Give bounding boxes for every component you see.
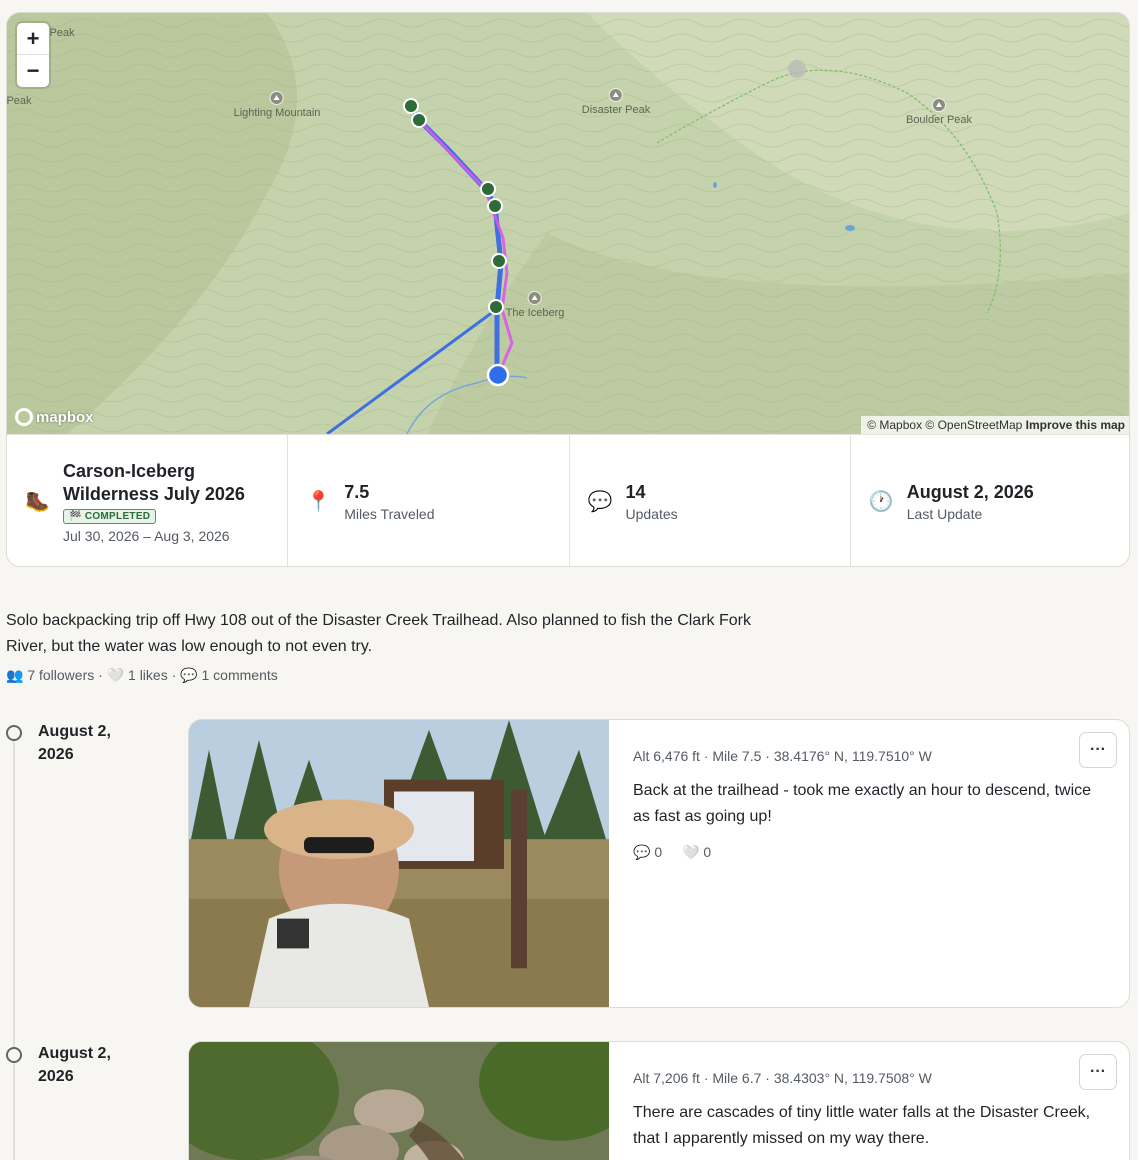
more-options-button[interactable]: ··· (1079, 1054, 1117, 1090)
map-attribution: © Mapbox © OpenStreetMap Improve this ma… (861, 416, 1129, 434)
likes-count[interactable]: 🤍 1 likes (107, 667, 168, 683)
timeline-line (13, 740, 15, 1160)
mapbox-logo[interactable]: mapbox (15, 408, 94, 426)
more-options-button[interactable]: ··· (1079, 732, 1117, 768)
comment-button[interactable]: 💬 0 (633, 844, 662, 861)
peak-icon (270, 91, 284, 105)
updates-label: Updates (625, 505, 678, 522)
post-location: Alt 7,206 ft · Mile 6.7 · 38.4303° N, 11… (633, 1070, 932, 1086)
post-body: Alt 6,476 ft · Mile 7.5 · 38.4176° N, 11… (633, 720, 1129, 861)
trip-stats: 🥾 Carson-Iceberg Wilderness July 2026 🏁 … (7, 434, 1129, 566)
peak-top-partial: Peak (49, 27, 75, 39)
timeline-marker (6, 725, 22, 741)
clock-icon: 🕐 (868, 491, 894, 513)
trip-card: + − Peak Lighting Mountain Disaster Peak… (6, 12, 1130, 567)
last-update-label: Last Update (906, 505, 983, 522)
trip-title: Carson-Iceberg Wilderness July 2026 (63, 460, 245, 504)
post-text: Back at the trailhead - took me exactly … (633, 782, 1092, 825)
post-location: Alt 6,476 ft · Mile 7.5 · 38.4176° N, 11… (633, 748, 932, 764)
meta-separator: · (171, 667, 177, 683)
trip-dates: Jul 30, 2026 – Aug 3, 2026 (63, 527, 230, 544)
speech-bubble-icon: 💬 (587, 491, 613, 513)
timeline-marker (6, 1047, 22, 1063)
post-reactions: 💬 0 🤍 0 (633, 844, 1129, 861)
miles-value: 7.5 (344, 481, 370, 502)
trail-map[interactable]: + − Peak Lighting Mountain Disaster Peak… (7, 13, 1129, 434)
post-photo[interactable] (189, 720, 609, 1007)
stat-updates: 💬 14 Updates (570, 435, 851, 566)
update-post: Alt 6,476 ft · Mile 7.5 · 38.4176° N, 11… (188, 719, 1130, 1008)
miles-label: Miles Traveled (344, 505, 435, 522)
stat-miles: 📍 7.5 Miles Traveled (288, 435, 570, 566)
peak-icon (931, 98, 946, 112)
peak-label-partial: Peak (7, 95, 32, 107)
trip-meta: 👥 7 followers · 🤍 1 likes · 💬 1 comments (6, 667, 278, 684)
trip-summary: 🥾 Carson-Iceberg Wilderness July 2026 🏁 … (7, 435, 289, 566)
post-text: There are cascades of tiny little water … (633, 1104, 1091, 1147)
comments-count[interactable]: 💬 1 comments (180, 667, 278, 683)
zoom-in-button[interactable]: + (17, 23, 49, 55)
last-update-value: August 2, 2026 (906, 481, 1034, 502)
peak-icon (608, 88, 623, 102)
zoom-out-button[interactable]: − (17, 55, 49, 87)
post-date: August 2, 2026 (38, 1045, 111, 1085)
post-body: Alt 7,206 ft · Mile 6.7 · 38.4303° N, 11… (633, 1042, 1129, 1152)
peak-lighting-mountain: Lighting Mountain (234, 91, 320, 119)
followers-count[interactable]: 👥 7 followers (6, 667, 94, 683)
peak-iceberg: The Iceberg (506, 291, 564, 319)
status-badge: 🏁 COMPLETED (63, 508, 157, 524)
attribution-text[interactable]: © Mapbox © OpenStreetMap (867, 418, 1022, 432)
peak-boulder: Boulder Peak (906, 98, 972, 126)
map-terrain (7, 13, 1129, 434)
mapbox-icon (15, 408, 33, 426)
boot-icon: 🥾 (25, 491, 50, 513)
post-date: August 2, 2026 (38, 723, 111, 763)
like-button[interactable]: 🤍 0 (682, 844, 711, 861)
peak-disaster: Disaster Peak (582, 88, 650, 116)
post-photo[interactable] (189, 1042, 609, 1160)
improve-map-link[interactable]: Improve this map (1026, 418, 1125, 432)
pin-icon: 📍 (306, 491, 332, 513)
zoom-controls: + − (17, 23, 49, 87)
peak-icon (527, 291, 542, 305)
stat-last-update: 🕐 August 2, 2026 Last Update (851, 435, 1129, 566)
trip-description: Solo backpacking trip off Hwy 108 out of… (6, 612, 751, 655)
update-post: Alt 7,206 ft · Mile 6.7 · 38.4303° N, 11… (188, 1041, 1130, 1160)
updates-value: 14 (625, 481, 646, 502)
meta-separator: · (98, 667, 103, 683)
